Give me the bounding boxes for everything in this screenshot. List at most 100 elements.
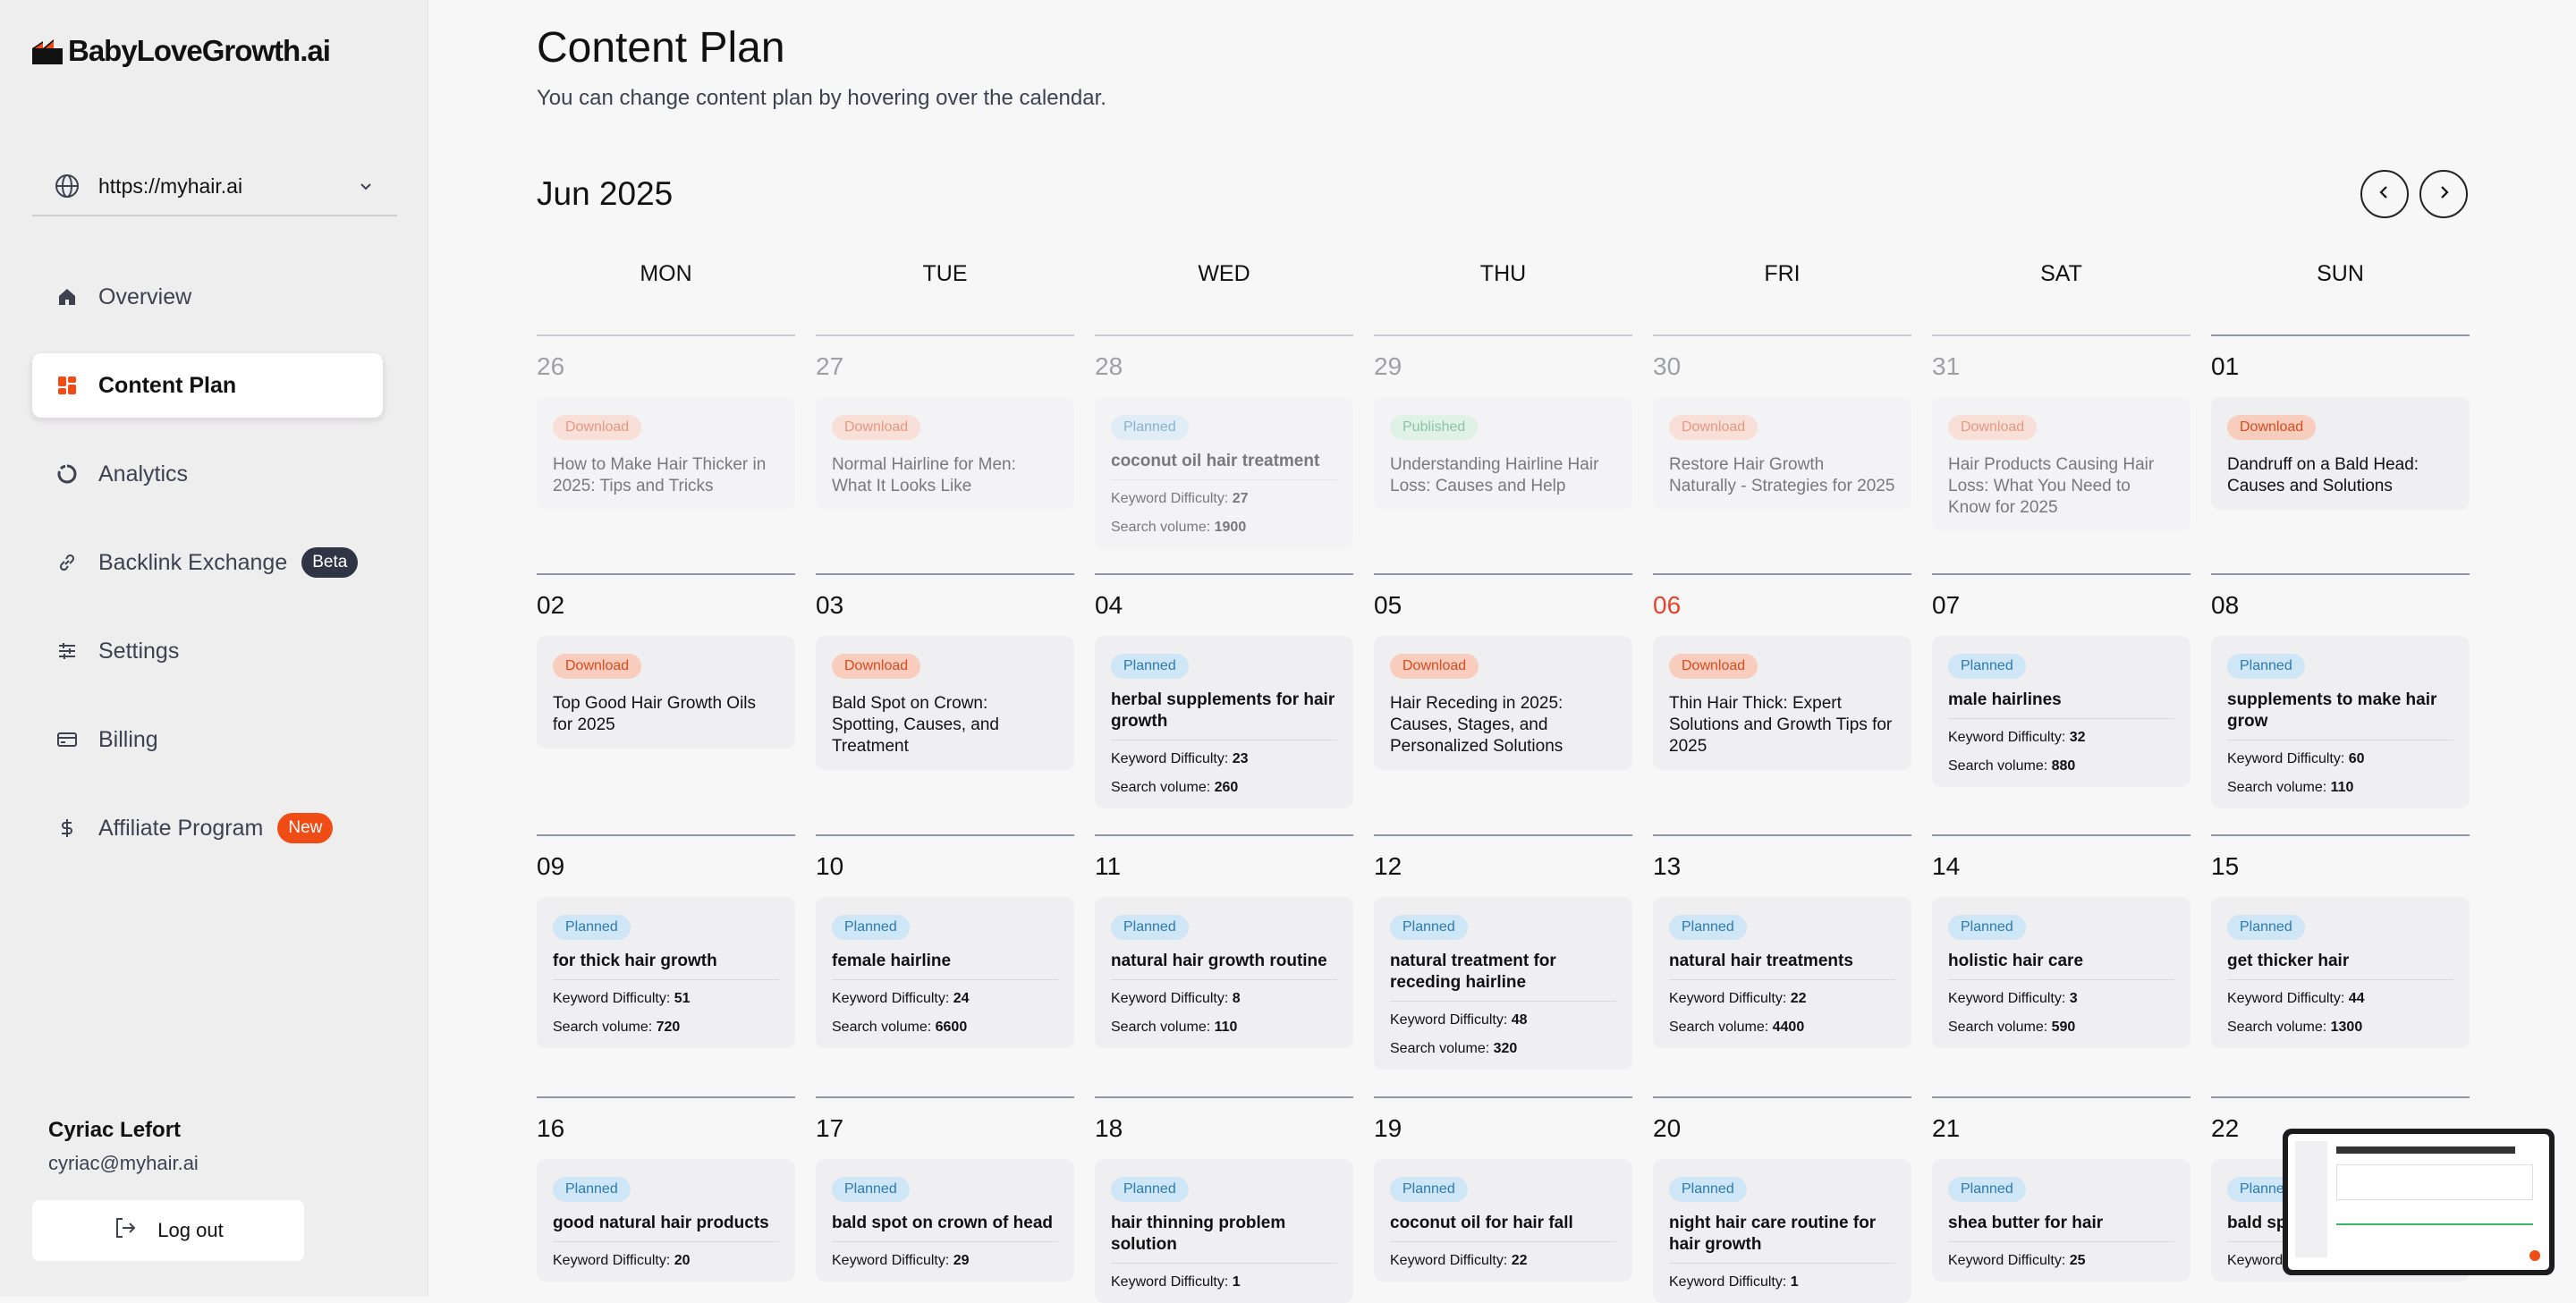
search-volume: Search volume: 6600: [832, 1020, 1058, 1036]
content-card[interactable]: Planned for thick hair growth Keyword Diff…: [537, 897, 795, 1048]
calendar-day: 06 Download Thin Hair Thick: Expert Soluti…: [1653, 573, 1911, 808]
pie-chart-icon: [55, 462, 79, 486]
content-card[interactable]: Planned supplements to make hair grow Keyw…: [2211, 636, 2470, 808]
day-number: 12: [1374, 852, 1402, 880]
day-number: 08: [2211, 591, 2240, 619]
nav-item-overview[interactable]: Overview: [32, 265, 383, 329]
calendar-day: 27 Download Normal Hairline for Men: What …: [816, 334, 1074, 548]
content-card[interactable]: Planned shea butter for hair Keyword Diffi…: [1932, 1159, 2190, 1282]
content-title: Thin Hair Thick: Expert Solutions and Gr…: [1669, 694, 1893, 756]
nav-label: Billing: [98, 726, 158, 752]
search-volume-value: 6600: [935, 1020, 968, 1035]
weekday-label: MON: [640, 261, 692, 286]
content-card[interactable]: Download Restore Hair Growth Naturally - …: [1653, 397, 1911, 510]
day-number: 09: [537, 852, 565, 880]
keyword-difficulty-value: 1: [1790, 1274, 1799, 1290]
content-card[interactable]: Download How to Make Hair Thicker in 2025…: [537, 397, 795, 510]
keyword-difficulty-label: Keyword Difficulty:: [1390, 1012, 1508, 1028]
weekday-label: SAT: [2040, 261, 2082, 286]
calendar-week: 02 Download Top Good Hair Growth Oils for …: [537, 573, 2470, 808]
content-card[interactable]: Planned good natural hair products Keyword…: [537, 1159, 795, 1282]
record-indicator-icon: [2529, 1250, 2540, 1261]
status-badge: Download: [2227, 415, 2317, 440]
content-card[interactable]: Planned herbal supplements for hair growt…: [1095, 636, 1353, 808]
content-card[interactable]: Download Hair Products Causing Hair Loss:…: [1932, 397, 2190, 531]
content-card[interactable]: Download Thin Hair Thick: Expert Solution…: [1653, 636, 1911, 770]
day-number: 19: [1374, 1114, 1402, 1142]
calendar-day: 09 Planned for thick hair growth Keyword Di…: [537, 834, 795, 1070]
calendar-day: 17 Planned bald spot on crown of head Keywo…: [816, 1096, 1074, 1303]
content-title: Restore Hair Growth Naturally - Strategi…: [1669, 455, 1895, 495]
search-volume: Search volume: 880: [1948, 758, 2174, 774]
content-card[interactable]: Planned bald spot on crown of head Keyword…: [816, 1159, 1074, 1282]
status-badge: Planned: [1948, 1177, 2026, 1202]
nav-item-analytics[interactable]: Analytics: [32, 442, 383, 506]
content-card[interactable]: Planned natural hair growth routine Keywor…: [1095, 897, 1353, 1048]
keyword-difficulty-value: 3: [2069, 991, 2078, 1006]
content-card[interactable]: Download Hair Receding in 2025: Causes, S…: [1374, 636, 1632, 770]
content-title: female hairline: [832, 951, 1058, 980]
search-volume-label: Search volume:: [1111, 1020, 1211, 1035]
content-card[interactable]: Download Dandruff on a Bald Head: Causes …: [2211, 397, 2470, 510]
content-title: natural hair treatments: [1669, 951, 1895, 980]
content-card[interactable]: Planned coconut oil for hair fall Keyword …: [1374, 1159, 1632, 1282]
calendar-day: 10 Planned female hairline Keyword Difficul…: [816, 834, 1074, 1070]
content-card[interactable]: Planned natural hair treatments Keyword Di…: [1653, 897, 1911, 1048]
status-badge: Download: [832, 654, 921, 679]
day-number: 05: [1374, 591, 1402, 619]
keyword-difficulty-value: 27: [1232, 491, 1249, 506]
day-number: 31: [1932, 352, 1961, 380]
brand-logo[interactable]: BabyLoveGrowth.ai: [32, 34, 331, 68]
search-volume-label: Search volume:: [1948, 1020, 2048, 1035]
content-title: Hair Receding in 2025: Causes, Stages, a…: [1390, 694, 1563, 756]
content-card[interactable]: Planned get thicker hair Keyword Difficult…: [2211, 897, 2470, 1048]
content-card[interactable]: Planned natural treatment for receding ha…: [1374, 897, 1632, 1070]
keyword-difficulty-label: Keyword Difficulty:: [1390, 1253, 1508, 1268]
calendar-week: 16 Planned good natural hair products Keywo…: [537, 1096, 2470, 1303]
nav-item-settings[interactable]: Settings: [32, 619, 383, 683]
content-title: get thicker hair: [2227, 951, 2453, 980]
content-card[interactable]: Published Understanding Hairline Hair Los…: [1374, 397, 1632, 510]
keyword-difficulty: Keyword Difficulty: 29: [832, 1253, 1058, 1269]
content-card[interactable]: Planned male hairlines Keyword Difficulty:…: [1932, 636, 2190, 787]
keyword-difficulty: Keyword Difficulty: 60: [2227, 751, 2453, 767]
calendar-day: 08 Planned supplements to make hair grow Ke…: [2211, 573, 2470, 808]
user-info: Cyriac Lefort cyriac@myhair.ai: [48, 1118, 199, 1175]
nav-item-affiliate-program[interactable]: Affiliate Program New: [32, 796, 383, 860]
search-volume-label: Search volume:: [832, 1020, 932, 1035]
keyword-difficulty: Keyword Difficulty: 51: [553, 991, 779, 1007]
content-card[interactable]: Download Bald Spot on Crown: Spotting, Ca…: [816, 636, 1074, 770]
next-month-button[interactable]: [2419, 170, 2468, 218]
status-badge: Planned: [1111, 415, 1189, 440]
brand-name: BabyLoveGrowth.ai: [68, 34, 331, 67]
content-card[interactable]: Download Normal Hairline for Men: What It…: [816, 397, 1074, 510]
search-volume: Search volume: 4400: [1669, 1020, 1895, 1036]
chevron-down-icon: [358, 179, 374, 199]
keyword-difficulty-value: 8: [1232, 991, 1241, 1006]
search-volume: Search volume: 260: [1111, 780, 1337, 796]
nav-item-backlink-exchange[interactable]: Backlink Exchange Beta: [32, 530, 383, 595]
day-number: 01: [2211, 352, 2240, 380]
nav-item-content-plan[interactable]: Content Plan: [32, 353, 383, 418]
keyword-difficulty-label: Keyword Difficulty:: [553, 991, 671, 1006]
screen-recording-preview[interactable]: [2283, 1129, 2555, 1275]
prev-month-button[interactable]: [2360, 170, 2409, 218]
calendar-day: 18 Planned hair thinning problem solution K…: [1095, 1096, 1353, 1303]
calendar-day: 21 Planned shea butter for hair Keyword Dif…: [1932, 1096, 2190, 1303]
content-title: Normal Hairline for Men: What It Looks L…: [832, 455, 1016, 495]
logout-button[interactable]: Log out: [32, 1200, 304, 1261]
logout-label: Log out: [157, 1219, 224, 1241]
keyword-difficulty-value: 29: [953, 1253, 970, 1268]
keyword-difficulty: Keyword Difficulty: 23: [1111, 751, 1337, 767]
search-volume-label: Search volume:: [553, 1020, 653, 1035]
content-card[interactable]: Planned female hairline Keyword Difficulty…: [816, 897, 1074, 1048]
nav-item-billing[interactable]: Billing: [32, 707, 383, 772]
content-card[interactable]: Planned coconut oil hair treatment Keyword…: [1095, 397, 1353, 548]
content-card[interactable]: Planned night hair care routine for hair …: [1653, 1159, 1911, 1303]
search-volume-label: Search volume:: [1111, 780, 1211, 795]
content-card[interactable]: Download Top Good Hair Growth Oils for 20…: [537, 636, 795, 749]
day-number: 02: [537, 591, 565, 619]
site-selector[interactable]: https://myhair.ai: [32, 157, 397, 216]
content-card[interactable]: Planned holistic hair care Keyword Difficu…: [1932, 897, 2190, 1048]
content-card[interactable]: Planned hair thinning problem solution Key…: [1095, 1159, 1353, 1303]
